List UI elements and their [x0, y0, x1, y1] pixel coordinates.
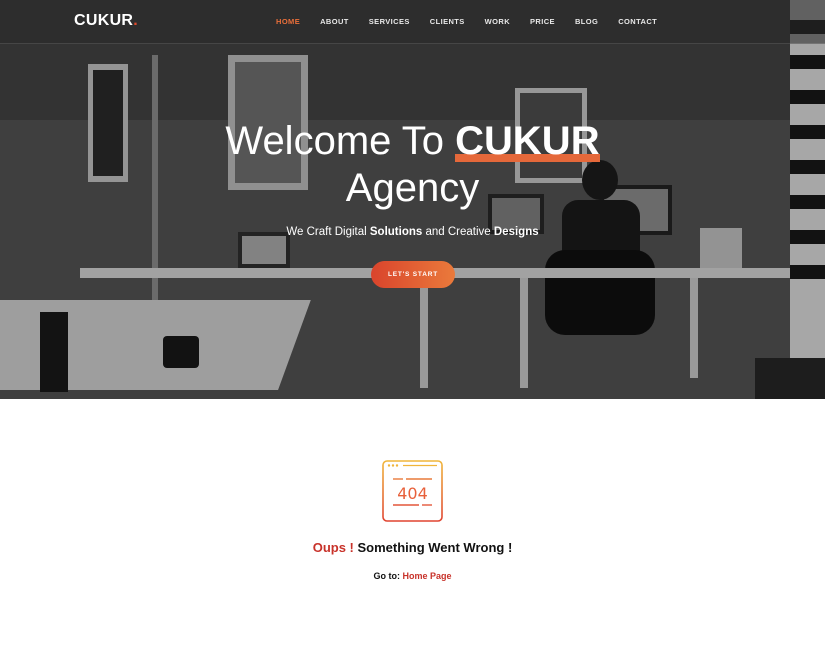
404-icon-text: 404	[397, 484, 428, 503]
nav-link-services[interactable]: SERVICES	[369, 17, 410, 26]
hero-title-line2: Agency	[345, 166, 480, 210]
nav-link-price[interactable]: PRICE	[530, 17, 555, 26]
error-title-accent: Oups !	[312, 540, 354, 555]
nav-menu: HOME ABOUT SERVICES CLIENTS WORK PRICE B…	[276, 17, 677, 26]
hero-sub-part2: and Creative	[422, 226, 494, 238]
hero-title-brand: CUKUR	[455, 119, 600, 163]
nav-link-about[interactable]: ABOUT	[320, 17, 349, 26]
nav-link-clients[interactable]: CLIENTS	[430, 17, 465, 26]
logo-dot: .	[133, 12, 139, 29]
goto-label: Go to:	[373, 571, 403, 581]
hero-title-brand-wrap: CUKUR	[455, 118, 600, 165]
hero-sub-bold1: Solutions	[369, 226, 423, 238]
site-logo[interactable]: CUKUR.	[74, 12, 138, 30]
error-title: Oups ! Something Went Wrong !	[0, 540, 825, 555]
nav-link-work[interactable]: WORK	[485, 17, 510, 26]
hero-subtitle: We Craft Digital Solutions and Creative …	[0, 226, 825, 238]
lets-start-button[interactable]: LET'S START	[371, 261, 455, 288]
nav-link-blog[interactable]: BLOG	[575, 17, 598, 26]
goto-line: Go to: Home Page	[0, 571, 825, 581]
error-title-rest: Something Went Wrong !	[353, 540, 513, 555]
hero-title: Welcome To CUKUR Agency	[0, 118, 825, 212]
hero-title-prefix: Welcome To	[225, 119, 456, 163]
hero-sub-bold2: Designs	[493, 226, 539, 238]
404-browser-icon: 404	[382, 460, 443, 522]
nav-link-contact[interactable]: CONTACT	[618, 17, 657, 26]
logo-text: CUKUR	[74, 12, 134, 29]
navbar: CUKUR. HOME ABOUT SERVICES CLIENTS WORK …	[0, 0, 825, 44]
hero-sub-part1: We Craft Digital	[286, 226, 370, 238]
home-page-link[interactable]: Home Page	[402, 571, 451, 581]
hero-section: CUKUR. HOME ABOUT SERVICES CLIENTS WORK …	[0, 0, 825, 399]
nav-link-home[interactable]: HOME	[276, 17, 300, 26]
